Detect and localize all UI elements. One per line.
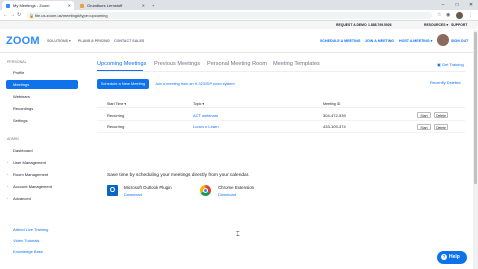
video-tutorials-link[interactable]: Video Tutorials: [13, 238, 39, 243]
close-tab-icon[interactable]: ✕: [142, 1, 145, 10]
outlook-download-link[interactable]: Download: [124, 192, 142, 197]
tab-personal-meeting-room[interactable]: Personal Meeting Room: [207, 61, 267, 67]
browser-tab-zoom[interactable]: My Meetings - Zoom ✕: [2, 1, 74, 10]
request-demo-link[interactable]: REQUEST A DEMO: [336, 21, 367, 29]
schedule-new-meeting-button[interactable]: Schedule a New Meeting: [97, 79, 149, 89]
row-start-time: Recurring: [107, 113, 125, 118]
url-text: file.us.zoom.us/meeting#/type=upcoming: [35, 12, 108, 18]
zoom-favicon-icon: [6, 3, 10, 8]
tab-previous-meetings[interactable]: Previous Meetings: [154, 61, 200, 67]
close-window-button[interactable]: ✕: [464, 0, 478, 10]
personal-heading: PERSONAL: [7, 60, 27, 64]
h323-room-system-link[interactable]: Join a meeting from an H.323/SIP room sy…: [155, 82, 235, 86]
column-header-start-time[interactable]: Start Time ▾: [107, 102, 126, 106]
reload-icon[interactable]: ↻: [17, 11, 21, 19]
tab-title: Grundkurs Lernstoff: [87, 3, 123, 8]
start-meeting-button[interactable]: Start: [417, 124, 431, 130]
menu-icon[interactable]: ⋮: [468, 11, 473, 19]
sidebar-item-meetings[interactable]: Meetings: [13, 82, 29, 87]
sidebar-item-webinars[interactable]: Webinars: [13, 94, 30, 99]
row-meeting-id: 304-472-539: [323, 113, 346, 118]
outlook-icon: O: [107, 185, 118, 196]
column-header-meeting-id: Meeting ID: [323, 102, 341, 106]
chevron-right-icon: ›: [7, 160, 8, 164]
recently-deleted-link[interactable]: Recently Deleted: [430, 80, 460, 85]
profile-avatar[interactable]: [456, 11, 463, 19]
delete-meeting-button[interactable]: Delete: [434, 112, 448, 118]
minimize-button[interactable]: –: [436, 0, 450, 10]
utility-bar: REQUEST A DEMO 1.888.799.5926 RESOURCES …: [0, 21, 478, 29]
star-icon[interactable]: ☆: [437, 11, 441, 19]
row-meeting-id: 433-109-374: [323, 124, 346, 129]
column-header-topic[interactable]: Topic ▾: [193, 102, 204, 106]
site-header: ZOOM SOLUTIONS ▾ PLANS & PRICING CONTACT…: [0, 30, 478, 53]
tab-upcoming-meetings[interactable]: Upcoming Meetings: [97, 61, 146, 67]
phone-number: 1.888.799.5926: [368, 23, 392, 27]
start-meeting-button[interactable]: Start: [417, 112, 431, 118]
url-field[interactable]: 🔒 file.us.zoom.us/meeting#/type=upcoming: [27, 11, 432, 19]
row-topic-link[interactable]: Lunch n Learn: [193, 124, 219, 129]
chrome-icon: [200, 185, 211, 196]
chevron-right-icon: ›: [7, 184, 8, 188]
sidebar-item-dashboard[interactable]: Dashboard: [13, 148, 33, 153]
question-icon: ?: [441, 254, 447, 260]
lock-icon: 🔒: [29, 12, 34, 18]
chevron-right-icon: ›: [7, 196, 8, 200]
sidebar-item-room-management[interactable]: Room Management: [13, 172, 48, 177]
join-meeting-link[interactable]: JOIN A MEETING: [365, 39, 394, 43]
browser-tab-bar: My Meetings - Zoom ✕ Grundkurs Lernstoff…: [0, 0, 478, 10]
knowledge-base-link[interactable]: Knowledge Base: [13, 249, 43, 254]
help-button[interactable]: ? Help: [437, 251, 467, 264]
tab-title: My Meetings - Zoom: [13, 3, 50, 8]
tab-meeting-templates[interactable]: Meeting Templates: [273, 61, 320, 67]
active-tab-indicator: [97, 70, 143, 71]
sign-out-link[interactable]: SIGN OUT: [451, 39, 468, 43]
extension-icon[interactable]: ◉: [446, 11, 450, 19]
back-icon[interactable]: ←: [3, 11, 8, 19]
zoom-logo[interactable]: ZOOM: [6, 35, 40, 47]
resources-menu[interactable]: RESOURCES ▾: [424, 21, 448, 29]
schedule-meeting-link[interactable]: SCHEDULE A MEETING: [320, 39, 360, 43]
contact-sales-link[interactable]: CONTACT SALES: [114, 39, 144, 43]
attend-live-training-link[interactable]: Attend Live Training: [13, 227, 48, 232]
row-start-time: Recurring: [107, 124, 125, 129]
tab-divider: [97, 71, 465, 72]
address-bar: ← → ↻ 🔒 file.us.zoom.us/meeting#/type=up…: [0, 10, 478, 21]
forward-icon[interactable]: →: [10, 11, 15, 19]
chrome-download-link[interactable]: Download: [218, 192, 236, 197]
chevron-right-icon: ›: [7, 172, 8, 176]
close-tab-icon[interactable]: ✕: [68, 1, 71, 10]
sidebar-item-settings[interactable]: Settings: [13, 118, 27, 123]
new-tab-button[interactable]: +: [150, 1, 158, 10]
solutions-menu[interactable]: SOLUTIONS ▾: [47, 39, 71, 43]
maximize-button[interactable]: □: [450, 0, 464, 10]
support-link[interactable]: SUPPORT: [451, 21, 467, 29]
browser-tab-second[interactable]: Grundkurs Lernstoff ✕: [76, 1, 148, 10]
delete-meeting-button[interactable]: Delete: [434, 124, 448, 130]
host-meeting-menu[interactable]: HOST A MEETING ▾: [399, 39, 432, 43]
site-favicon-icon: [80, 3, 84, 8]
sidebar-item-profile[interactable]: Profile: [13, 70, 24, 75]
row-divider: [97, 120, 465, 121]
admin-heading: ADMIN: [7, 137, 19, 141]
scrollbar-thumb[interactable]: [474, 32, 477, 184]
mouse-cursor-icon: ⌶: [236, 232, 240, 238]
calendar-plugins-heading: Save time by scheduling your meetings di…: [107, 173, 250, 178]
row-divider: [97, 132, 465, 133]
get-training-label: Get Training: [441, 62, 464, 67]
outlook-plugin-title: Microsoft Outlook Plugin: [124, 185, 172, 190]
sidebar-item-advanced[interactable]: Advanced: [13, 196, 31, 201]
table-header-divider: [97, 107, 465, 108]
get-training-link[interactable]: ▣ Get Training: [437, 62, 464, 67]
help-label: Help: [449, 254, 460, 260]
plans-pricing-link[interactable]: PLANS & PRICING: [78, 39, 110, 43]
sidebar-item-user-management[interactable]: User Management: [13, 160, 46, 165]
chrome-extension-title: Chrome Extension: [218, 185, 255, 190]
row-topic-link[interactable]: ACT webinars: [193, 113, 218, 118]
sidebar-item-account-management[interactable]: Account Management: [13, 184, 52, 189]
user-avatar[interactable]: [437, 34, 449, 46]
sidebar-item-recordings[interactable]: Recordings: [13, 106, 33, 111]
